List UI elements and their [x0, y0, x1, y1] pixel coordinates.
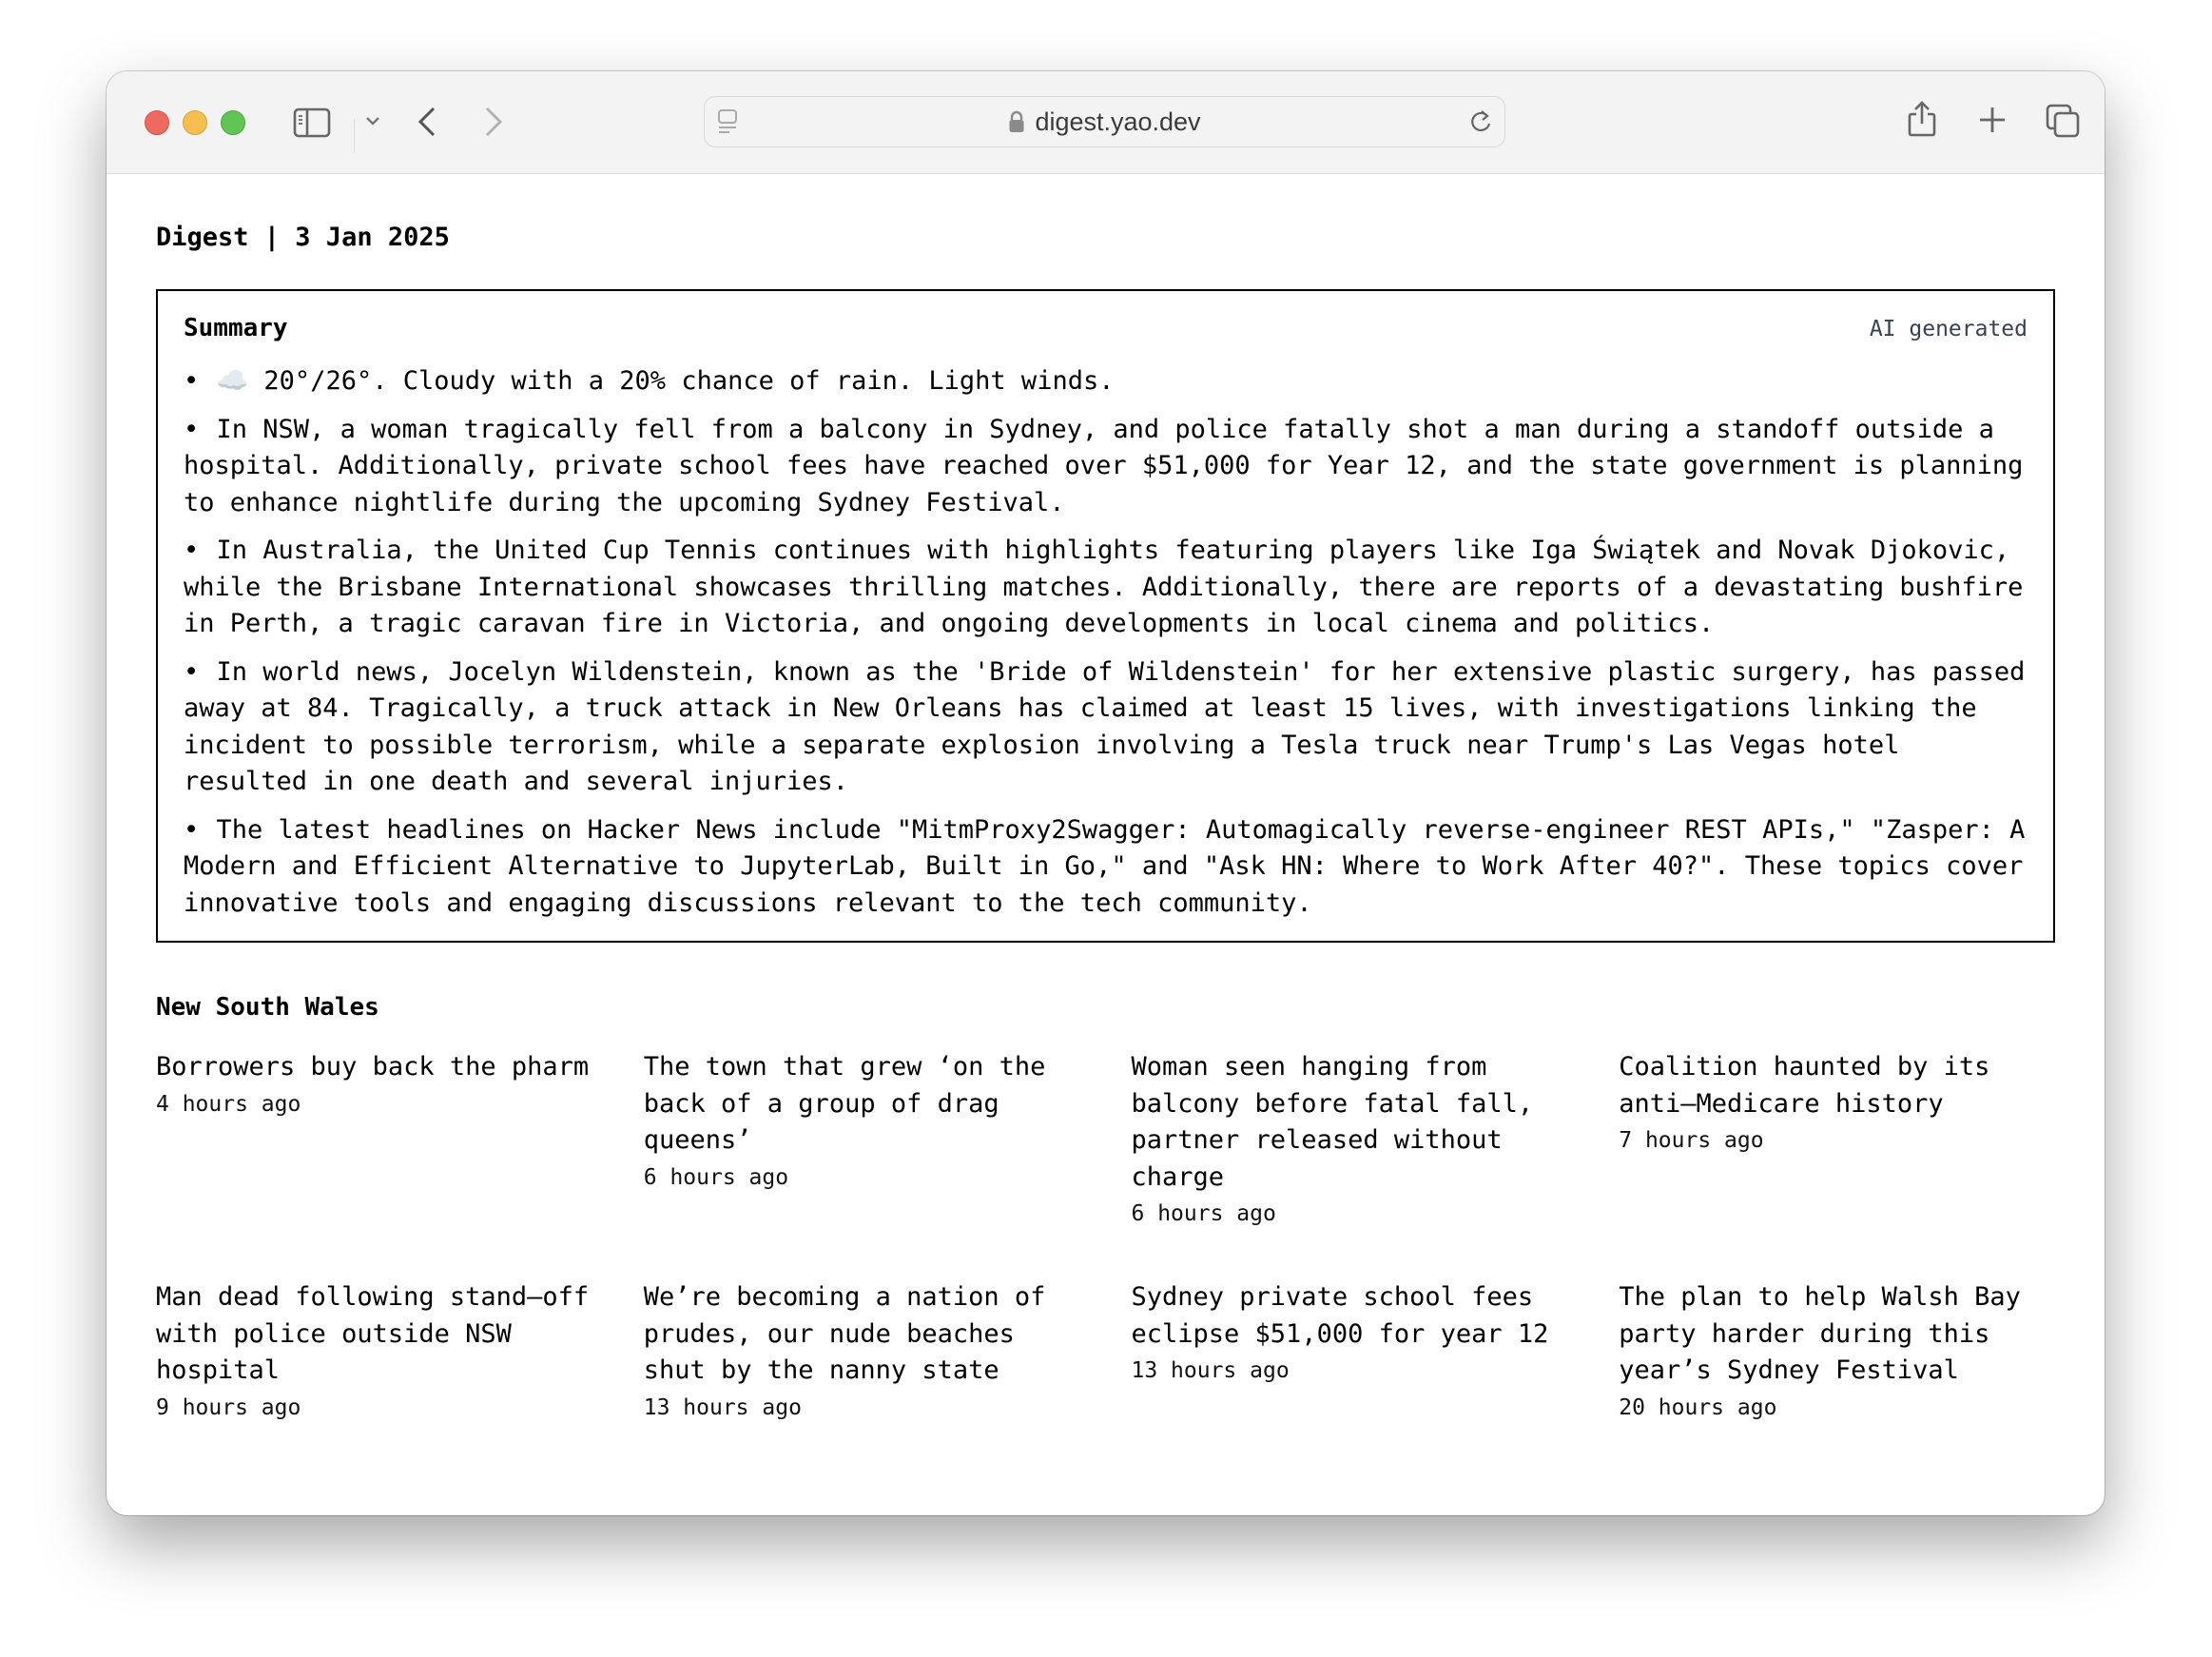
- sidebar-menu-button[interactable]: [365, 115, 380, 127]
- bullet: •: [184, 366, 200, 396]
- tab-overview-icon: [2046, 104, 2080, 138]
- summary-box: Summary AI generated • ☁️ 20°/26°. Cloud…: [156, 289, 2055, 943]
- news-item[interactable]: Coalition haunted by its anti–Medicare h…: [1619, 1049, 2055, 1232]
- news-title-link[interactable]: The town that grew ‘on the back of a gro…: [644, 1049, 1080, 1160]
- news-item[interactable]: Borrowers buy back the pharm 4 hours ago: [156, 1049, 592, 1232]
- back-button[interactable]: [417, 106, 437, 138]
- news-timestamp: 4 hours ago: [156, 1091, 301, 1117]
- zoom-window-button[interactable]: [221, 110, 245, 135]
- section-title-nsw: New South Wales: [156, 993, 379, 1022]
- url-display[interactable]: digest.yao.dev: [705, 97, 1504, 146]
- news-item[interactable]: Man dead following stand–off with police…: [156, 1279, 592, 1426]
- news-title-link[interactable]: Borrowers buy back the pharm: [156, 1049, 592, 1086]
- news-timestamp: 13 hours ago: [1131, 1358, 1290, 1383]
- summary-item: • In NSW, a woman tragically fell from a…: [184, 412, 2028, 522]
- news-timestamp: 6 hours ago: [643, 1164, 789, 1190]
- news-title-link[interactable]: Man dead following stand–off with police…: [156, 1279, 592, 1390]
- summary-item-weather: • ☁️ 20°/26°. Cloudy with a 20% chance o…: [184, 363, 2028, 400]
- summary-item: • The latest headlines on Hacker News in…: [184, 812, 2028, 923]
- chevron-down-icon: [365, 115, 380, 127]
- news-item[interactable]: We’re becoming a nation of prudes, our n…: [644, 1279, 1080, 1426]
- weather-text: 20°/26°. Cloudy with a 20% chance of rai…: [263, 366, 1115, 396]
- summary-list: • ☁️ 20°/26°. Cloudy with a 20% chance o…: [184, 363, 2028, 922]
- chevron-left-icon: [417, 106, 437, 138]
- lock-icon: [1008, 110, 1025, 133]
- browser-toolbar: digest.yao.dev: [107, 71, 2105, 174]
- news-timestamp: 13 hours ago: [643, 1394, 802, 1420]
- ai-generated-label: AI generated: [1869, 317, 2028, 341]
- summary-title: Summary: [184, 314, 288, 342]
- news-title-link[interactable]: The plan to help Walsh Bay party harder …: [1619, 1279, 2055, 1390]
- bullet: •: [184, 814, 200, 845]
- forward-button[interactable]: [483, 106, 504, 138]
- tab-overview-button[interactable]: [2046, 104, 2080, 138]
- bullet: •: [184, 656, 200, 687]
- news-title-link[interactable]: Coalition haunted by its anti–Medicare h…: [1619, 1049, 2055, 1122]
- bullet: •: [184, 536, 200, 565]
- news-item[interactable]: Woman seen hanging from balcony before f…: [1132, 1049, 1568, 1232]
- summary-item-text: In world news, Jocelyn Wildenstein, know…: [184, 656, 2026, 797]
- news-item[interactable]: The plan to help Walsh Bay party harder …: [1619, 1279, 2055, 1426]
- news-title-link[interactable]: Woman seen hanging from balcony before f…: [1132, 1049, 1568, 1196]
- sidebar-icon: [293, 107, 331, 138]
- chevron-right-icon: [483, 106, 504, 138]
- url-text: digest.yao.dev: [1035, 107, 1201, 136]
- bullet: •: [184, 414, 200, 444]
- cloud-icon: ☁️: [216, 366, 249, 396]
- share-icon: [1907, 100, 1937, 138]
- reload-icon: [1468, 108, 1493, 135]
- summary-item-text: The latest headlines on Hacker News incl…: [184, 814, 2026, 918]
- new-tab-button[interactable]: [1978, 106, 2007, 134]
- close-window-button[interactable]: [145, 110, 169, 135]
- news-timestamp: 7 hours ago: [1619, 1128, 1764, 1153]
- browser-window: digest.yao.dev Digest | 3 Jan 2025 Summa…: [107, 71, 2105, 1515]
- share-button[interactable]: [1907, 100, 1937, 138]
- page-content: Digest | 3 Jan 2025 Summary AI generated…: [156, 173, 2055, 1426]
- address-bar[interactable]: digest.yao.dev: [704, 96, 1505, 147]
- news-timestamp: 9 hours ago: [156, 1394, 301, 1420]
- news-timestamp: 20 hours ago: [1619, 1394, 1777, 1420]
- news-title-link[interactable]: Sydney private school fees eclipse $51,0…: [1132, 1279, 1568, 1353]
- summary-item: • In world news, Jocelyn Wildenstein, kn…: [184, 654, 2028, 801]
- plus-icon: [1978, 106, 2007, 134]
- sidebar-toggle-button[interactable]: [293, 107, 331, 138]
- news-title-link[interactable]: We’re becoming a nation of prudes, our n…: [644, 1279, 1080, 1390]
- news-timestamp: 6 hours ago: [1131, 1201, 1276, 1226]
- summary-item: • In Australia, the United Cup Tennis co…: [184, 533, 2028, 643]
- page-title: Digest | 3 Jan 2025: [156, 223, 450, 252]
- reload-button[interactable]: [1468, 108, 1493, 135]
- news-grid: Borrowers buy back the pharm 4 hours ago…: [156, 1049, 2055, 1426]
- summary-item-text: In NSW, a woman tragically fell from a b…: [184, 414, 2024, 517]
- news-item[interactable]: The town that grew ‘on the back of a gro…: [644, 1049, 1080, 1232]
- news-item[interactable]: Sydney private school fees eclipse $51,0…: [1132, 1279, 1568, 1426]
- toolbar-divider: [354, 119, 355, 153]
- minimize-window-button[interactable]: [183, 110, 207, 135]
- summary-item-text: In Australia, the United Cup Tennis cont…: [184, 536, 2024, 638]
